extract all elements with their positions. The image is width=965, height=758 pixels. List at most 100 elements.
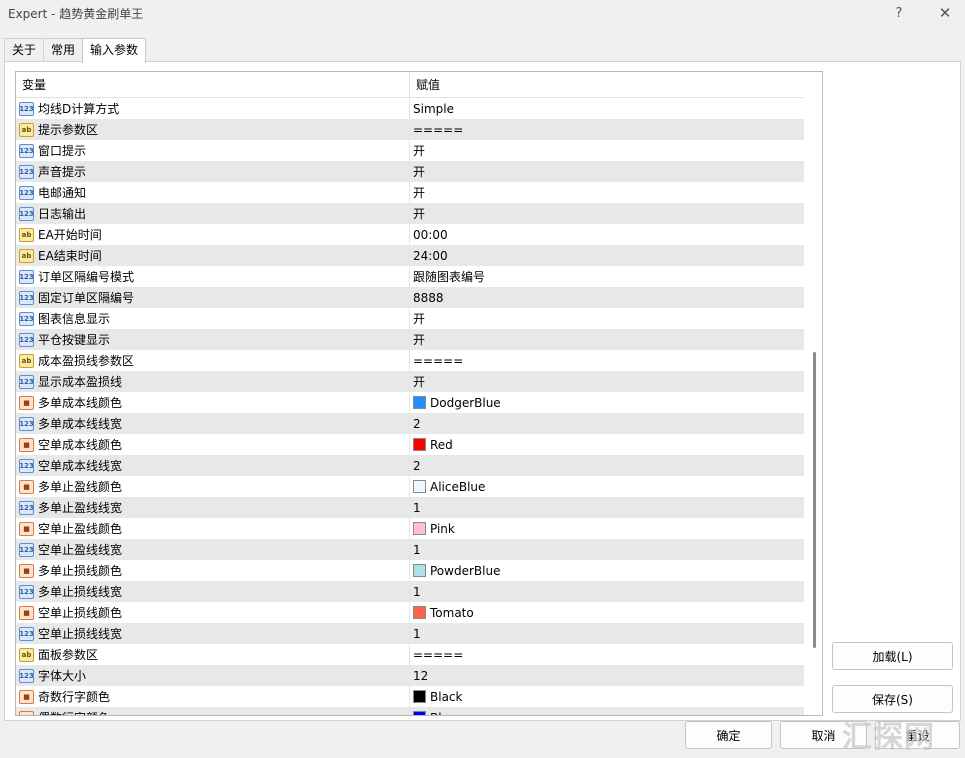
param-value: 1: [413, 542, 421, 557]
param-value-cell[interactable]: Pink: [410, 518, 804, 539]
param-value: Black: [430, 689, 463, 704]
table-row[interactable]: ■ 空单止盈线颜色 Pink: [16, 518, 804, 539]
param-value-cell[interactable]: 开: [410, 329, 804, 350]
param-value-cell[interactable]: 开: [410, 182, 804, 203]
param-value-cell[interactable]: 1: [410, 539, 804, 560]
table-row[interactable]: 123 多单成本线线宽 2: [16, 413, 804, 434]
param-value: 12: [413, 668, 429, 683]
numeric-param-icon: 123: [19, 584, 34, 599]
table-row[interactable]: ab EA开始时间 00:00: [16, 224, 804, 245]
param-name-cell: ■ 偶数行字颜色: [16, 707, 410, 715]
table-row[interactable]: 123 多单止损线线宽 1: [16, 581, 804, 602]
table-row[interactable]: ab 提示参数区 =====: [16, 119, 804, 140]
param-value-cell[interactable]: 开: [410, 203, 804, 224]
param-value-cell[interactable]: DodgerBlue: [410, 392, 804, 413]
table-row[interactable]: 123 空单止盈线线宽 1: [16, 539, 804, 560]
color-param-icon: ■: [19, 479, 34, 494]
color-swatch: [413, 564, 426, 577]
color-param-icon: ■: [19, 710, 34, 715]
param-value-cell[interactable]: =====: [410, 119, 804, 140]
table-row[interactable]: 123 多单止盈线线宽 1: [16, 497, 804, 518]
numeric-param-icon: 123: [19, 542, 34, 557]
table-row[interactable]: ab EA结束时间 24:00: [16, 245, 804, 266]
param-value-cell[interactable]: AliceBlue: [410, 476, 804, 497]
table-row[interactable]: 123 日志输出 开: [16, 203, 804, 224]
save-button[interactable]: 保存(S): [832, 685, 953, 713]
param-value-cell[interactable]: 8888: [410, 287, 804, 308]
table-row[interactable]: 123 订单区隔编号模式 跟随图表编号: [16, 266, 804, 287]
table-row[interactable]: 123 字体大小 12: [16, 665, 804, 686]
param-value-cell[interactable]: 开: [410, 308, 804, 329]
param-name-cell: 123 均线D计算方式: [16, 98, 410, 119]
param-name-cell: 123 声音提示: [16, 161, 410, 182]
param-name: 窗口提示: [38, 144, 87, 158]
table-row[interactable]: 123 显示成本盈损线 开: [16, 371, 804, 392]
table-row[interactable]: ■ 偶数行字颜色 Blue: [16, 707, 804, 715]
table-row[interactable]: 123 均线D计算方式 Simple: [16, 98, 804, 119]
param-name-cell: 123 空单止损线线宽: [16, 623, 410, 644]
param-value-cell[interactable]: 2: [410, 455, 804, 476]
table-row[interactable]: 123 平仓按键显示 开: [16, 329, 804, 350]
param-value-cell[interactable]: =====: [410, 350, 804, 371]
param-name: 图表信息显示: [38, 312, 111, 326]
table-row[interactable]: ab 面板参数区 =====: [16, 644, 804, 665]
table-row[interactable]: ■ 空单止损线颜色 Tomato: [16, 602, 804, 623]
param-value: Pink: [430, 521, 455, 536]
table-row[interactable]: 123 空单成本线线宽 2: [16, 455, 804, 476]
param-value-cell[interactable]: 开: [410, 161, 804, 182]
table-row[interactable]: 123 声音提示 开: [16, 161, 804, 182]
param-value: 8888: [413, 290, 444, 305]
grid-rows: 123 均线D计算方式 Simple ab 提示参数区 ===== 123 窗口提示开 123 声…: [16, 98, 804, 715]
param-value-cell[interactable]: 1: [410, 497, 804, 518]
param-value-cell[interactable]: 开: [410, 140, 804, 161]
table-row[interactable]: ■ 空单成本线颜色 Red: [16, 434, 804, 455]
numeric-param-icon: 123: [19, 101, 34, 116]
table-row[interactable]: 123 图表信息显示 开: [16, 308, 804, 329]
load-button[interactable]: 加载(L): [832, 642, 953, 670]
color-param-icon: ■: [19, 563, 34, 578]
param-name-cell: ab 提示参数区: [16, 119, 410, 140]
param-value-cell[interactable]: PowderBlue: [410, 560, 804, 581]
param-value-cell[interactable]: Tomato: [410, 602, 804, 623]
help-icon[interactable]: ?: [884, 2, 914, 24]
close-icon[interactable]: ✕: [930, 2, 960, 24]
table-row[interactable]: 123 固定订单区隔编号 8888: [16, 287, 804, 308]
table-row[interactable]: ■ 多单成本线颜色 DodgerBlue: [16, 392, 804, 413]
header-variable[interactable]: 变量: [16, 72, 410, 98]
param-value-cell[interactable]: 24:00: [410, 245, 804, 266]
param-value-cell[interactable]: 1: [410, 623, 804, 644]
param-value-cell[interactable]: 1: [410, 581, 804, 602]
param-name-cell: 123 空单止盈线线宽: [16, 539, 410, 560]
table-row[interactable]: 123 电邮通知 开: [16, 182, 804, 203]
param-value-cell[interactable]: 跟随图表编号: [410, 266, 804, 287]
param-value-cell[interactable]: Black: [410, 686, 804, 707]
tab-common[interactable]: 常用: [43, 38, 84, 62]
vertical-scrollbar[interactable]: [807, 98, 822, 715]
table-row[interactable]: ab 成本盈损线参数区 =====: [16, 350, 804, 371]
param-value-cell[interactable]: 开: [410, 371, 804, 392]
watermark: 汇探网: [842, 720, 935, 755]
param-value-cell[interactable]: Blue: [410, 707, 804, 715]
numeric-param-icon: 123: [19, 332, 34, 347]
param-value: 开: [413, 333, 426, 347]
tab-about[interactable]: 关于: [4, 38, 45, 62]
header-value[interactable]: 赋值: [410, 72, 804, 98]
tab-inputs[interactable]: 输入参数: [82, 38, 147, 63]
param-value-cell[interactable]: Red: [410, 434, 804, 455]
table-row[interactable]: ■ 多单止盈线颜色 AliceBlue: [16, 476, 804, 497]
table-row[interactable]: 123 窗口提示 开: [16, 140, 804, 161]
param-value-cell[interactable]: =====: [410, 644, 804, 665]
param-value-cell[interactable]: 12: [410, 665, 804, 686]
param-value-cell[interactable]: Simple: [410, 98, 804, 119]
param-value-cell[interactable]: 2: [410, 413, 804, 434]
param-name: 多单止损线颜色: [38, 564, 123, 578]
numeric-param-icon: 123: [19, 626, 34, 641]
ok-button[interactable]: 确定: [685, 721, 772, 749]
table-row[interactable]: ■ 奇数行字颜色 Black: [16, 686, 804, 707]
table-row[interactable]: 123 空单止损线线宽 1: [16, 623, 804, 644]
color-swatch: [413, 480, 426, 493]
param-value-cell[interactable]: 00:00: [410, 224, 804, 245]
numeric-param-icon: 123: [19, 206, 34, 221]
scroll-thumb[interactable]: [813, 352, 816, 648]
table-row[interactable]: ■ 多单止损线颜色 PowderBlue: [16, 560, 804, 581]
